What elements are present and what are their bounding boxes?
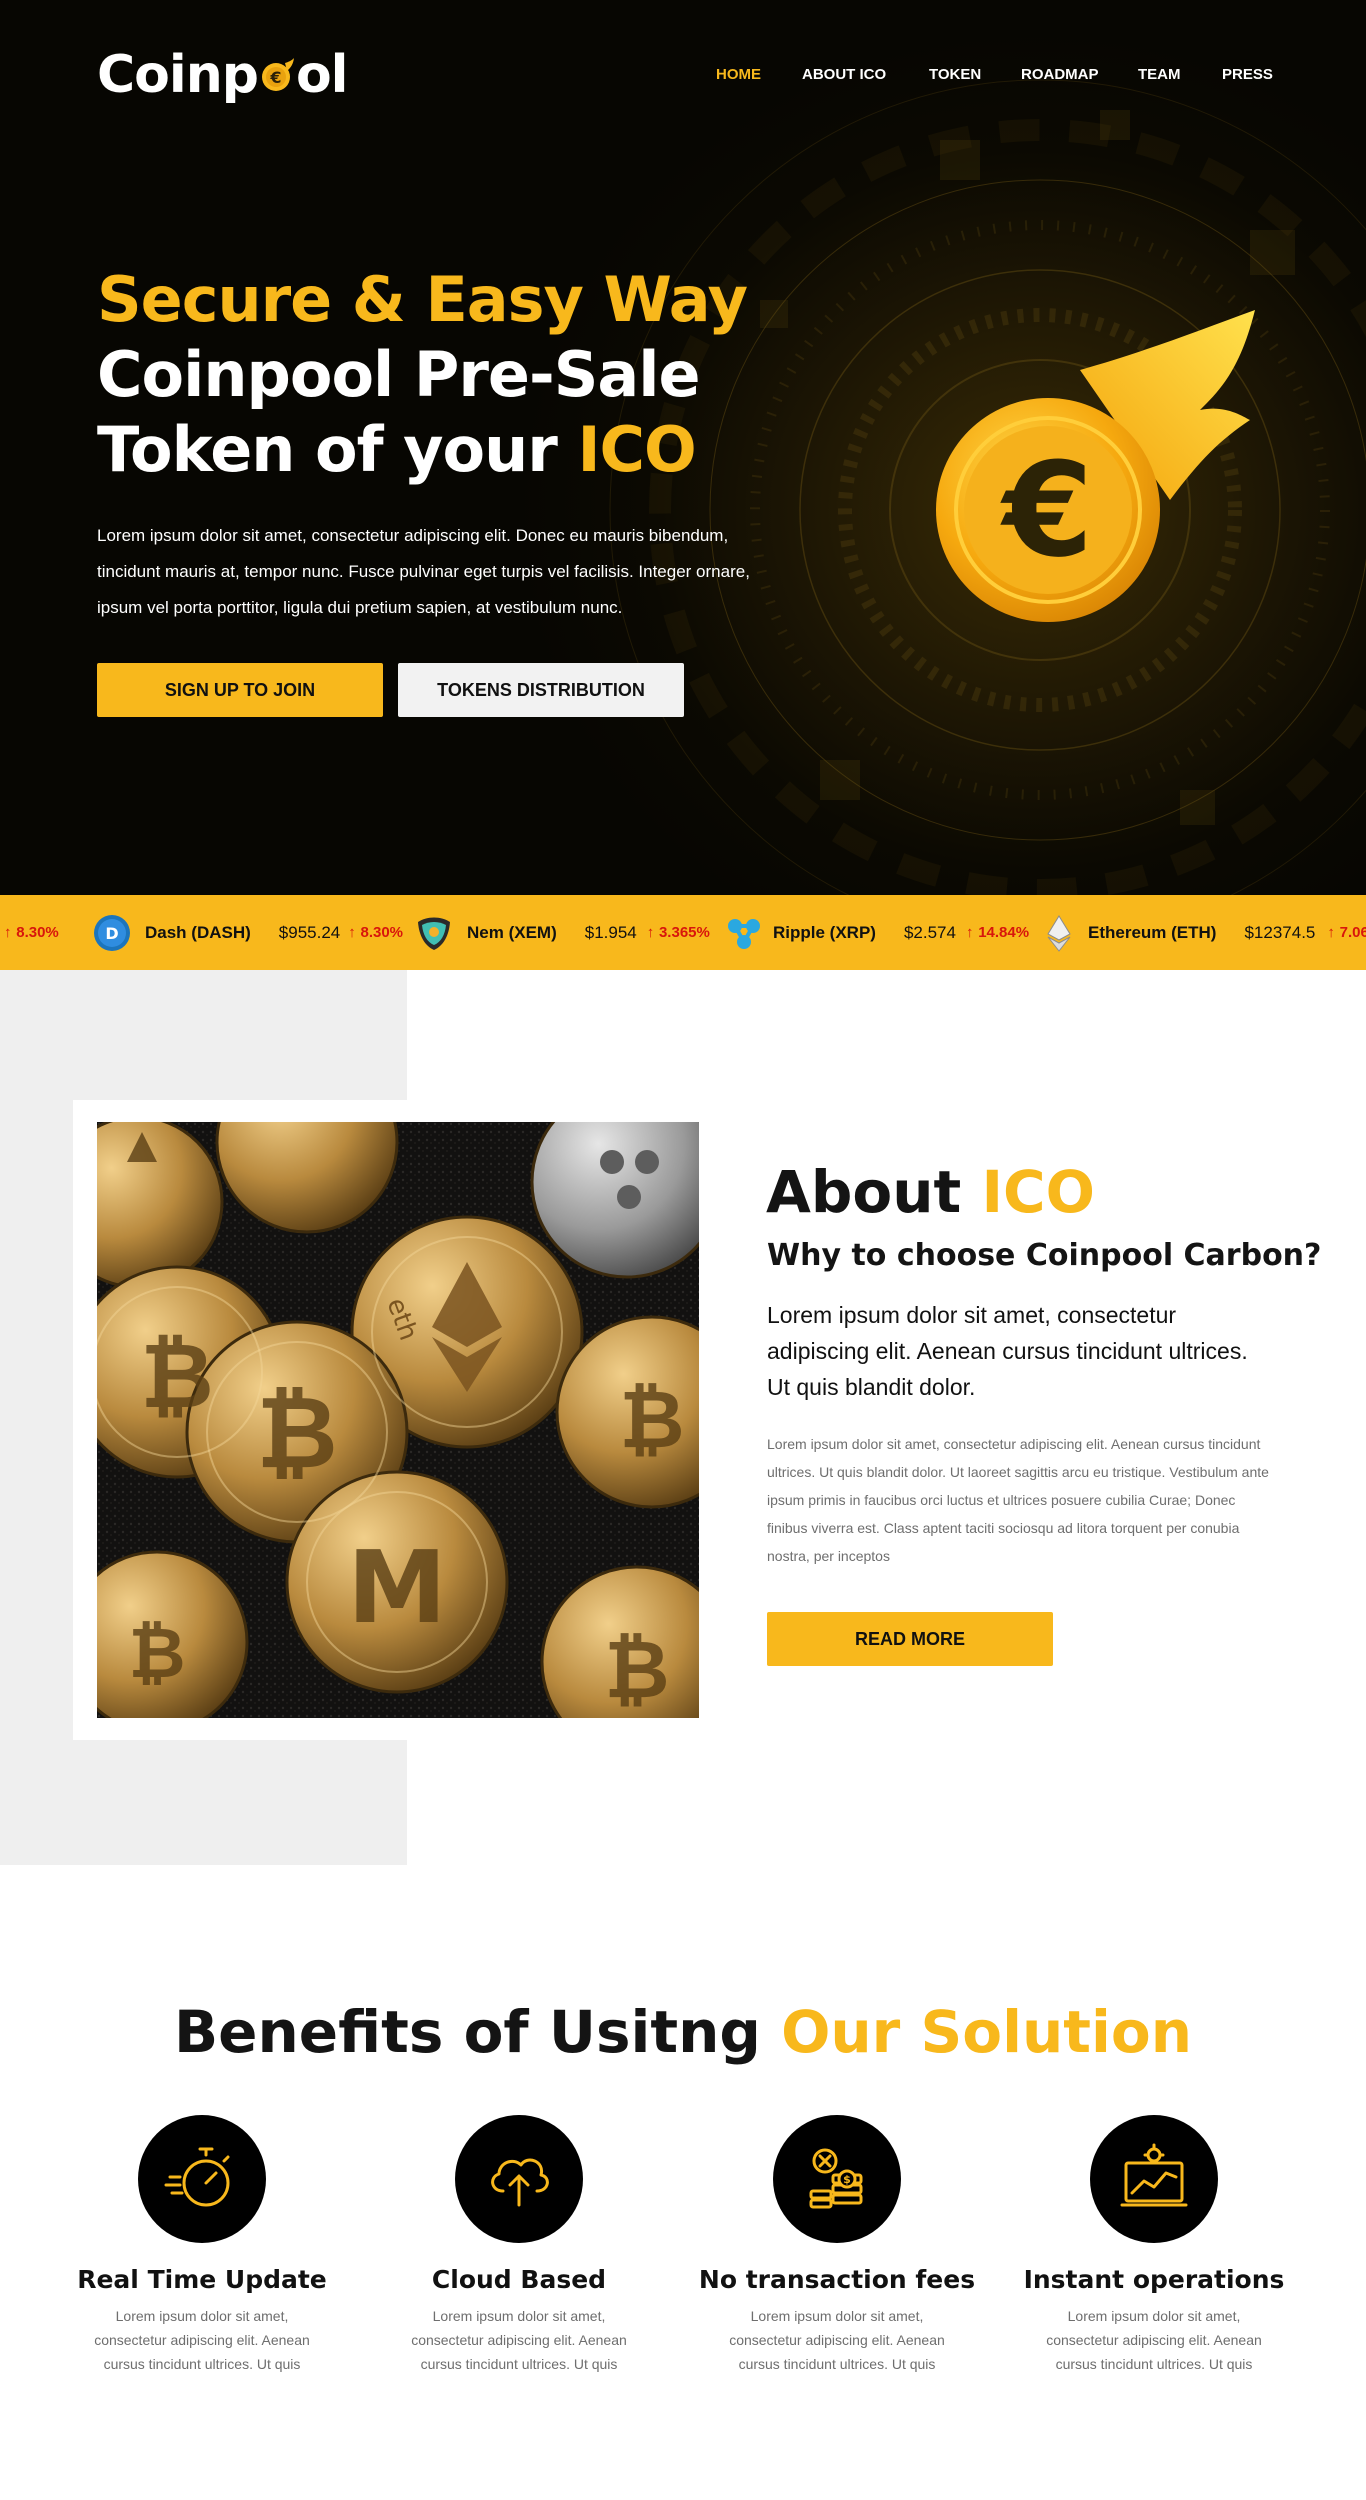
headline-line-2-rest: Pre-Sale [393, 338, 701, 411]
ticker-change: 8.30% [360, 924, 404, 941]
svg-text:₿: ₿ [140, 1324, 213, 1429]
headline-line-3-rest: Token of your [97, 413, 578, 486]
benefit-title: No transaction fees [698, 2265, 976, 2294]
ticker-item-dash[interactable]: D Dash (DASH) $955.24 ↑ 8.30% [93, 895, 403, 970]
tokens-distribution-button[interactable]: TOKENS DISTRIBUTION [398, 663, 684, 717]
headline-accent: ICO [577, 413, 696, 486]
ticker-name: Ethereum (ETH) [1088, 922, 1217, 942]
nem-icon [418, 917, 450, 950]
benefit-text: Lorem ipsum dolor sit amet, consectetur … [729, 2308, 945, 2372]
flaming-coin-illustration: € [936, 310, 1255, 622]
benefits-title-text: Benefits of Usitng [173, 1998, 782, 2066]
about-title-accent: ICO [981, 1158, 1095, 1226]
benefit-card-instant: Instant operations Lorem ipsum dolor sit… [1004, 2115, 1304, 2376]
cloud-upload-icon [491, 2158, 549, 2207]
arrow-up-icon: ↑ [1327, 924, 1335, 941]
ticker-name: Ripple (XRP) [773, 922, 876, 942]
ticker-price: $12374.5 [1244, 922, 1316, 942]
benefit-text: Lorem ipsum dolor sit amet, consectetur … [94, 2308, 310, 2372]
ticker-item-ethereum[interactable]: Ethereum (ETH) $12374.5 ↑ 7.06% [1040, 895, 1366, 970]
nav-token[interactable]: TOKEN [929, 66, 981, 83]
benefits-title-accent: Our Solution [781, 1998, 1193, 2066]
headline-line-1: Secure & Easy Way [97, 263, 748, 336]
hero-paragraph: Lorem ipsum dolor sit amet, consectetur … [97, 526, 750, 617]
svg-text:D: D [105, 924, 118, 943]
headline-brand: Coinpool [97, 338, 394, 411]
sign-up-button[interactable]: SIGN UP TO JOIN [97, 663, 383, 717]
ticker-change: 7.06% [1339, 924, 1366, 941]
ticker-price: $1.954 [584, 922, 637, 942]
benefit-icon-circle [1090, 2115, 1218, 2243]
nav-team[interactable]: TEAM [1138, 66, 1181, 83]
benefit-icon-circle [455, 2115, 583, 2243]
ticker-price: $2.574 [903, 922, 956, 942]
ticker-change: 14.84% [978, 924, 1030, 941]
benefit-icon-circle: $ [773, 2115, 901, 2243]
benefit-card-cloud: Cloud Based Lorem ipsum dolor sit amet, … [369, 2115, 669, 2376]
svg-text:₿: ₿ [604, 1623, 669, 1716]
crypto-coins-photo: ₿ ₿ ₿ ₿ ₿ M eth [97, 1122, 699, 1718]
ethereum-icon [1047, 914, 1071, 952]
arrow-up-icon: ↑ [348, 924, 356, 941]
benefit-title: Cloud Based [431, 2265, 607, 2294]
ticker-price: $955.24 [278, 922, 341, 942]
logo[interactable]: Coinp € ol [97, 40, 349, 110]
about-subtitle: Why to choose Coinpool Carbon? [767, 1238, 1322, 1273]
nav-press[interactable]: PRESS [1222, 66, 1273, 83]
svg-text:₿: ₿ [256, 1374, 338, 1491]
svg-text:$: $ [843, 2173, 851, 2186]
arrow-up-icon: ↑ [646, 924, 655, 941]
coin-flame-icon: € [261, 58, 294, 91]
ticker-change: 3.365% [658, 924, 710, 941]
about-body-text: Lorem ipsum dolor sit amet, consectetur … [767, 1436, 1269, 1564]
svg-text:₿: ₿ [128, 1612, 185, 1694]
svg-text:₿: ₿ [619, 1373, 684, 1466]
ripple-icon [728, 918, 760, 949]
coins-no-fee-icon: $ [809, 2148, 863, 2209]
ticker-lead-change: ↑ 8.30% [4, 895, 59, 970]
arrow-up-icon: ↑ [4, 924, 12, 941]
hero-section: Coinp € ol HOME ABOUT ICO TOKEN ROADMAP … [0, 0, 1366, 895]
benefits-title: Benefits of Usitng Our Solution [0, 1998, 1366, 2066]
dashboard-chart-icon [1120, 2143, 1188, 2207]
nav-about-ico[interactable]: ABOUT ICO [802, 66, 886, 83]
nav-roadmap[interactable]: ROADMAP [1021, 66, 1099, 83]
logo-text-right: ol [295, 45, 349, 105]
dash-icon: D [94, 914, 130, 951]
svg-text:€: € [269, 68, 281, 87]
hero-headline: Secure & Easy Way Coinpool Pre-Sale Toke… [97, 262, 797, 487]
benefit-text: Lorem ipsum dolor sit amet, consectetur … [1046, 2308, 1262, 2372]
logo-text-left: Coinp [97, 45, 259, 105]
read-more-button[interactable]: READ MORE [767, 1612, 1053, 1666]
svg-text:M: M [347, 1529, 447, 1646]
price-ticker: ↑ 8.30% D Dash (DASH) $955.24 ↑ 8.30% Ne… [0, 895, 1366, 970]
ticker-item-ripple[interactable]: Ripple (XRP) $2.574 ↑ 14.84% [725, 895, 1029, 970]
benefit-title: Real Time Update [77, 2265, 327, 2294]
ticker-change: 8.30% [16, 924, 59, 941]
benefit-card-real-time: Real Time Update Lorem ipsum dolor sit a… [52, 2115, 352, 2376]
stopwatch-icon [164, 2147, 230, 2207]
nav-home[interactable]: HOME [716, 66, 761, 83]
ticker-name: Dash (DASH) [145, 922, 251, 942]
about-title: About ICO [766, 1158, 1095, 1226]
about-lead-text: Lorem ipsum dolor sit amet, consectetur … [767, 1302, 1248, 1400]
arrow-up-icon: ↑ [965, 924, 974, 941]
benefit-title: Instant operations [1023, 2265, 1285, 2294]
about-title-text: About [766, 1158, 982, 1226]
ticker-name: Nem (XEM) [467, 922, 557, 942]
benefit-card-no-fees: $ No transaction fees Lorem ipsum dolor … [687, 2115, 987, 2376]
benefit-icon-circle [138, 2115, 266, 2243]
coin-symbol: € [1000, 434, 1093, 586]
ticker-item-nem[interactable]: Nem (XEM) $1.954 ↑ 3.365% [415, 895, 710, 970]
benefit-text: Lorem ipsum dolor sit amet, consectetur … [411, 2308, 627, 2372]
